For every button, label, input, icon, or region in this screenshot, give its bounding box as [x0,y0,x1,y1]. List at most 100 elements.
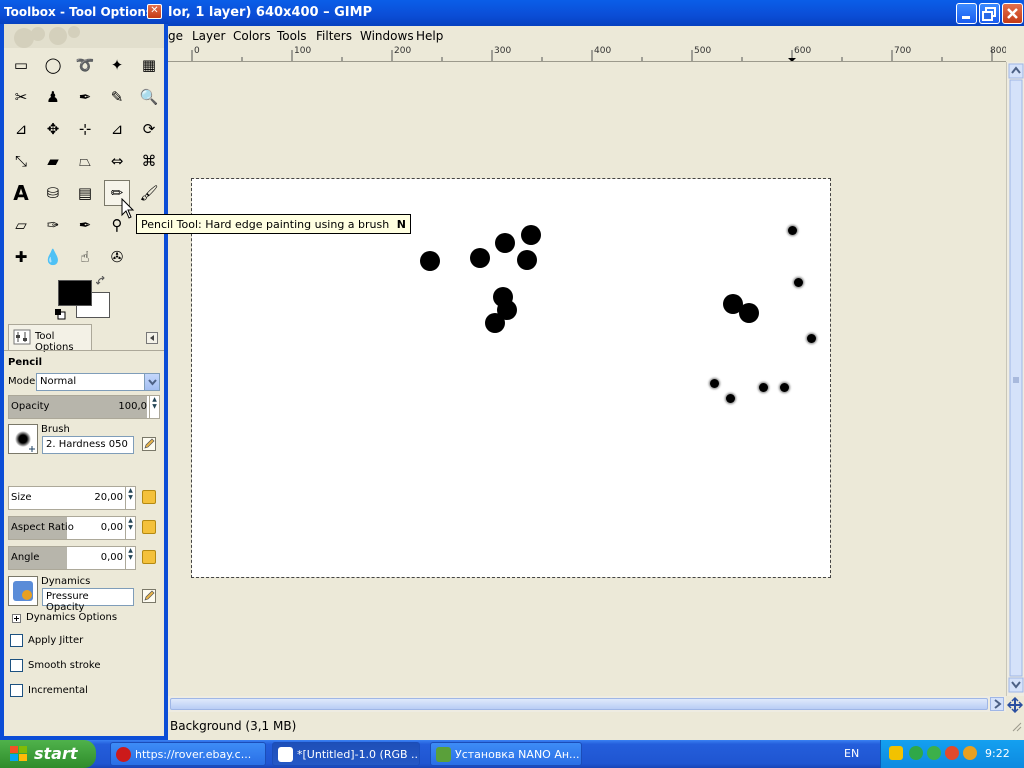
vertical-scrollbar[interactable] [1006,62,1024,696]
paintbrush-icon[interactable]: 🖌 [136,180,162,206]
menu-windows[interactable]: Windows [360,29,414,43]
scroll-right-arrow-icon[interactable] [990,697,1004,711]
navigate-icon[interactable] [1007,697,1023,713]
language-indicator[interactable]: EN [844,747,859,760]
ink-icon[interactable]: ✒ [72,212,98,238]
horizontal-ruler[interactable]: 0 100 200 300 400 500 600 700 800 [168,46,1006,62]
smooth-stroke-label: Smooth stroke [28,660,101,671]
resize-grip-icon[interactable] [1010,720,1022,732]
search-icon[interactable] [963,746,977,760]
color-picker-icon[interactable]: ✎ [104,84,130,110]
tooltip-text: Pencil Tool: Hard edge painting using a … [141,218,390,231]
dodge-burn-icon[interactable]: ✇ [104,244,130,270]
foreground-color-swatch[interactable] [58,280,92,306]
fuzzy-select-icon[interactable]: ✦ [104,52,130,78]
crop-icon[interactable]: ⊿ [104,116,130,142]
default-colors-icon[interactable] [54,308,66,320]
apply-jitter-checkbox[interactable] [10,634,23,647]
scissors-select-icon[interactable]: ✂ [8,84,34,110]
zoom-icon[interactable]: 🔍 [136,84,162,110]
status-text: Background (3,1 MB) [170,719,297,733]
dynamics-field[interactable]: Pressure Opacity [42,588,134,613]
perspective-icon[interactable]: ⏢ [72,148,98,174]
toolbox-window: Toolbox - Tool Options ✕ ▭ ◯ ➰ ✦ ▦ ✂ ♟ ✒ ✎ 🔍 ⊿ ✥ ⊹ ⊿ ⟳… [0,0,168,740]
reset-angle-icon[interactable] [142,550,156,564]
free-select-icon[interactable]: ➰ [72,52,98,78]
utorrent-icon[interactable] [927,746,941,760]
menu-colors[interactable]: Colors [233,29,271,43]
menu-layer[interactable]: Layer [192,29,225,43]
incremental-checkbox[interactable] [10,684,23,697]
reset-size-icon[interactable] [142,490,156,504]
horizontal-scrollbar[interactable] [168,696,1006,712]
opacity-slider[interactable]: Opacity 100,0 ▲ ▼ [8,395,160,419]
brush-preview[interactable] [8,424,38,454]
opacity-spin[interactable]: ▲ ▼ [149,396,159,418]
menu-filters[interactable]: Filters [316,29,352,43]
status-bar: Background (3,1 MB) [168,714,1024,738]
text-icon[interactable]: A [8,180,34,206]
menu-tools[interactable]: Tools [277,29,307,43]
tool-tray-icon[interactable] [945,746,959,760]
size-spin[interactable]: ▲ ▼ [125,487,135,509]
blend-icon[interactable]: ▤ [72,180,98,206]
angle-spin[interactable]: ▲ ▼ [125,547,135,569]
eraser-icon[interactable]: ▱ [8,212,34,238]
swap-colors-icon[interactable] [96,276,108,288]
reset-aspect-ratio-icon[interactable] [142,520,156,534]
task-installer[interactable]: Установка NANO Ан... [430,742,582,766]
aspect-ratio-slider[interactable]: Aspect Ratio 0,00 ▲ ▼ [8,516,136,540]
horizontal-scroll-thumb[interactable] [170,698,988,710]
measure-icon[interactable]: ⊿ [8,116,34,142]
security-shield-icon[interactable] [889,746,903,760]
start-button[interactable]: start [0,740,96,768]
brush-label: Brush [41,424,70,435]
menu-image[interactable]: ge [168,29,183,43]
select-by-color-icon[interactable]: ▦ [136,52,162,78]
edit-dynamics-icon[interactable] [142,589,156,603]
task-opera[interactable]: https://rover.ebay.c... [110,742,266,766]
expander-plus-icon[interactable] [12,614,21,623]
rect-select-icon[interactable]: ▭ [8,52,34,78]
cage-icon[interactable]: ⌘ [136,148,162,174]
clock: 9:22 [985,747,1010,760]
wilber-drop-area[interactable] [4,24,164,48]
image-canvas[interactable] [191,178,831,578]
scale-icon[interactable]: ⤡ [8,148,34,174]
dynamics-options-label[interactable]: Dynamics Options [26,612,117,623]
restore-button[interactable] [979,3,1000,24]
dynamics-preview[interactable] [8,576,38,606]
ellipse-select-icon[interactable]: ◯ [40,52,66,78]
align-icon[interactable]: ⊹ [72,116,98,142]
desktop: lor, 1 layer) 640x400 – GIMP ge Layer Co… [0,0,1024,768]
toolbox-titlebar[interactable]: Toolbox - Tool Options ✕ [0,0,168,24]
tab-tool-options[interactable]: Tool Options [8,324,92,353]
smudge-icon[interactable]: ☝ [72,244,98,270]
menu-help[interactable]: Help [416,29,443,43]
close-button[interactable] [1002,3,1023,24]
smooth-stroke-checkbox[interactable] [10,659,23,672]
airbrush-icon[interactable]: ✑ [40,212,66,238]
task-gimp[interactable]: *[Untitled]-1.0 (RGB ... [272,742,420,766]
bucket-fill-icon[interactable]: ⛁ [40,180,66,206]
rotate-icon[interactable]: ⟳ [136,116,162,142]
move-icon[interactable]: ✥ [40,116,66,142]
minimize-button[interactable] [956,3,977,24]
brush-field[interactable]: 2. Hardness 050 [42,436,134,454]
edit-brush-icon[interactable] [142,437,156,451]
angle-slider[interactable]: Angle 0,00 ▲ ▼ [8,546,136,570]
paths-icon[interactable]: ✒ [72,84,98,110]
heal-icon[interactable]: ✚ [8,244,34,270]
foreground-select-icon[interactable]: ♟ [40,84,66,110]
canvas-area[interactable] [168,62,1006,696]
flip-icon[interactable]: ⇔ [104,148,130,174]
size-slider[interactable]: Size 20,00 ▲ ▼ [8,486,136,510]
toolbox-close-button[interactable]: ✕ [147,4,162,19]
network-icon[interactable] [909,746,923,760]
mode-select[interactable]: Normal [36,373,160,391]
shear-icon[interactable]: ▰ [40,148,66,174]
blur-icon[interactable]: 💧 [40,244,66,270]
incremental-label: Incremental [28,685,88,696]
configure-tab-icon[interactable] [146,332,158,344]
aspect-ratio-spin[interactable]: ▲ ▼ [125,517,135,539]
